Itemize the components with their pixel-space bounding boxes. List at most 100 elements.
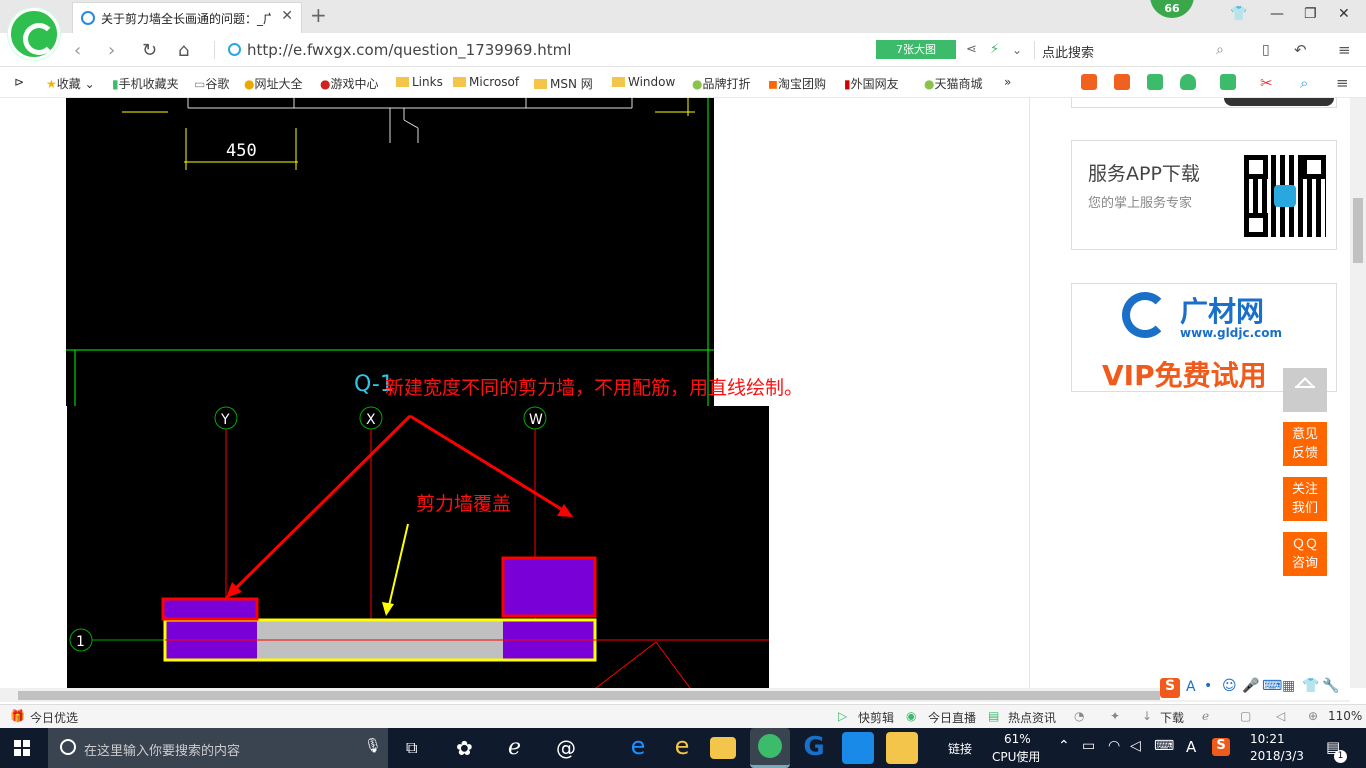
app-pinwheel-icon[interactable]: ✿ bbox=[456, 736, 473, 760]
scroll-thumb[interactable] bbox=[18, 691, 1328, 700]
chevron-up-icon[interactable]: ⌃ bbox=[1058, 738, 1070, 754]
chevron-down-icon[interactable]: ⌄ bbox=[1012, 43, 1022, 57]
clock-time[interactable]: 10:21 bbox=[1250, 732, 1285, 746]
zoom-level[interactable]: 110% bbox=[1328, 709, 1362, 723]
browser-logo-icon[interactable] bbox=[8, 8, 60, 60]
link-label[interactable]: 链接 bbox=[948, 740, 972, 757]
taskbar-active-browser[interactable] bbox=[750, 728, 790, 768]
bookmark-item[interactable]: ▮外国网友 bbox=[844, 75, 899, 92]
bookmark-item[interactable]: MSN 网 bbox=[534, 75, 593, 92]
magnifier-icon[interactable]: ⌕ bbox=[1300, 74, 1316, 92]
mute-icon[interactable]: ◁ bbox=[1276, 709, 1285, 723]
taskbar-search-input[interactable]: 在这里输入你要搜索的内容 bbox=[84, 740, 240, 759]
today-picks[interactable]: 今日优选 bbox=[30, 709, 78, 726]
taskbar-search[interactable]: 在这里输入你要搜索的内容 🎙 bbox=[48, 728, 388, 768]
bookmark-item[interactable]: ▮手机收藏夹 bbox=[112, 75, 179, 92]
bookmark-item[interactable]: Links bbox=[396, 75, 443, 89]
minimize-icon[interactable]: — bbox=[1270, 6, 1284, 22]
window-icon[interactable]: ▢ bbox=[1240, 709, 1251, 723]
mic-icon[interactable]: 🎤 bbox=[1242, 678, 1259, 694]
book-icon[interactable] bbox=[1147, 74, 1163, 90]
microphone-icon[interactable]: 🎙 bbox=[364, 738, 382, 754]
search-input[interactable]: 点此搜索 bbox=[1042, 42, 1230, 61]
sogou-tray-icon[interactable]: S bbox=[1212, 738, 1230, 756]
edge-icon[interactable]: ℯ bbox=[508, 735, 521, 760]
wrench-icon[interactable]: 🔧 bbox=[1322, 678, 1339, 694]
mobile-icon[interactable]: ▯ bbox=[1262, 42, 1270, 58]
big-image-button[interactable]: 7张大图 bbox=[876, 40, 956, 59]
menu-icon[interactable]: ≡ bbox=[1336, 74, 1352, 92]
undo-icon[interactable]: ↶ bbox=[1294, 41, 1307, 59]
bookmark-item[interactable]: ●天猫商城 bbox=[924, 75, 983, 92]
shirt-icon[interactable]: 👕 bbox=[1230, 6, 1247, 22]
scroll-thumb[interactable] bbox=[1353, 198, 1363, 263]
tab-active[interactable]: 关于剪力墙全长画通的问题：_广 ✕ bbox=[72, 2, 302, 33]
app-spiral-icon[interactable]: @ bbox=[556, 736, 576, 760]
punct-icon[interactable]: • bbox=[1204, 678, 1212, 694]
refresh-icon[interactable]: ↻ bbox=[142, 40, 157, 61]
close-window-icon[interactable]: ✕ bbox=[1338, 6, 1350, 22]
bookmark-item[interactable]: ●网址大全 bbox=[244, 75, 303, 92]
follow-us-button[interactable]: 关注我们 bbox=[1283, 477, 1327, 521]
status-item[interactable]: 热点资讯 bbox=[1008, 709, 1056, 726]
status-item[interactable]: 今日直播 bbox=[928, 709, 976, 726]
back-to-top-button[interactable] bbox=[1283, 368, 1327, 412]
keyboard-icon[interactable]: ⌨ bbox=[1154, 738, 1174, 754]
bookmark-item[interactable]: ▭谷歌 bbox=[194, 75, 229, 92]
bookmark-item[interactable]: ●游戏中心 bbox=[320, 75, 379, 92]
feedback-button[interactable]: 意见反馈 bbox=[1283, 422, 1327, 466]
ie-icon[interactable]: e bbox=[666, 732, 698, 764]
file-explorer-icon[interactable] bbox=[710, 737, 736, 759]
speed-icon[interactable]: ◔ bbox=[1074, 709, 1084, 723]
skin-icon[interactable]: 👕 bbox=[1302, 678, 1319, 694]
edge-blue-icon[interactable]: e bbox=[622, 732, 654, 764]
share-icon[interactable]: ⋖ bbox=[966, 42, 977, 57]
windows-start-icon[interactable] bbox=[14, 740, 30, 756]
speed-icon[interactable]: ⚡ bbox=[990, 42, 999, 57]
qq-consult-button[interactable]: ＱＱ咨询 bbox=[1283, 532, 1327, 576]
tools-icon[interactable]: ▦ bbox=[1282, 678, 1295, 694]
clock-date[interactable]: 2018/3/3 bbox=[1250, 749, 1304, 763]
vertical-scrollbar[interactable] bbox=[1350, 98, 1366, 688]
ie-mode-icon[interactable]: ℯ bbox=[1202, 709, 1209, 723]
tab-close-icon[interactable]: ✕ bbox=[281, 8, 293, 24]
restore-icon[interactable]: ❐ bbox=[1304, 6, 1317, 22]
bookmark-item[interactable]: ★收藏 ⌄ bbox=[46, 75, 95, 92]
task-view-icon[interactable]: ⧉ bbox=[406, 738, 417, 758]
glodon-g-icon[interactable]: G bbox=[798, 732, 830, 764]
scissors-icon[interactable]: ✂ bbox=[1260, 74, 1276, 92]
pin-icon[interactable]: ✦ bbox=[1110, 709, 1120, 723]
keyboard-icon[interactable]: ⌨ bbox=[1262, 678, 1282, 694]
menu-icon[interactable]: ≡ bbox=[1338, 41, 1351, 59]
search-icon[interactable]: ⌕ bbox=[1216, 42, 1224, 58]
shield-icon[interactable] bbox=[1180, 74, 1196, 90]
status-item[interactable]: 快剪辑 bbox=[858, 709, 894, 726]
video-icon[interactable] bbox=[1081, 74, 1097, 90]
badge-count[interactable]: 66 bbox=[1150, 0, 1194, 18]
bookmark-item[interactable]: Microsof bbox=[453, 75, 519, 89]
app-download-card[interactable]: 服务APP下载 您的掌上服务专家 bbox=[1071, 140, 1337, 250]
bookmarks-more[interactable]: » bbox=[1004, 75, 1011, 89]
discount-icon[interactable] bbox=[1114, 74, 1130, 90]
new-tab-icon[interactable]: + bbox=[310, 3, 327, 27]
glodon-app-icon[interactable] bbox=[842, 732, 874, 764]
back-icon[interactable]: ‹ bbox=[74, 40, 81, 61]
bookmark-item[interactable]: Window bbox=[612, 75, 675, 89]
horizontal-scrollbar[interactable] bbox=[0, 688, 1350, 702]
lang-icon[interactable]: A bbox=[1186, 679, 1196, 695]
battery-icon[interactable]: ▭ bbox=[1082, 738, 1095, 754]
sidebar-toggle-icon[interactable]: ⊳ bbox=[14, 75, 24, 89]
wifi-icon[interactable]: ◠ bbox=[1108, 738, 1120, 754]
volume-icon[interactable]: ◁ bbox=[1130, 738, 1141, 754]
bookmark-item[interactable]: ◼淘宝团购 bbox=[768, 75, 826, 92]
bookmark-item[interactable]: ●品牌打折 bbox=[692, 75, 751, 92]
emoji-icon[interactable]: ☺ bbox=[1222, 678, 1237, 694]
notepad-icon[interactable] bbox=[886, 732, 918, 764]
sogou-icon[interactable]: S bbox=[1160, 678, 1180, 698]
translate-icon[interactable] bbox=[1220, 74, 1236, 90]
input-lang[interactable]: A bbox=[1186, 738, 1196, 756]
url-field[interactable]: http://e.fwxgx.com/question_1739969.html bbox=[247, 41, 571, 59]
download-label[interactable]: 下载 bbox=[1160, 709, 1184, 726]
home-icon[interactable]: ⌂ bbox=[178, 40, 189, 61]
forward-icon[interactable]: › bbox=[108, 40, 115, 61]
